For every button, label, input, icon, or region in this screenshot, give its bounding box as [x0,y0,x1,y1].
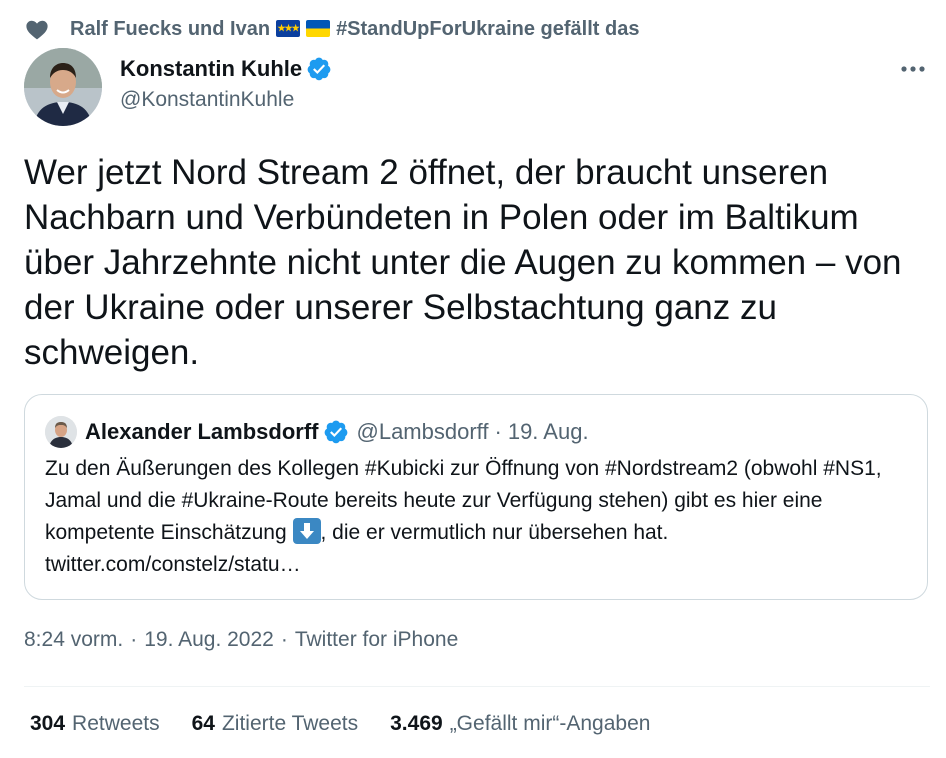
quote-tweets-label: Zitierte Tweets [221,712,359,735]
quoted-tweet-text: Zu den Äußerungen des Kollegen #Kubicki … [45,453,915,581]
eu-flag-icon: ★★★ [276,19,301,37]
tweet-source[interactable]: Twitter for iPhone [295,628,458,652]
quoted-date: 19. Aug. [507,419,589,444]
retweets-label: Retweets [72,712,160,735]
social-context[interactable]: Ralf Fuecks und Ivan ★★★ #StandUpForUkra… [24,14,639,44]
author-handle[interactable]: @KonstantinKuhle [120,88,294,112]
author-avatar-image [24,48,102,126]
tweet-text: Wer jetzt Nord Stream 2 öffnet, der brau… [24,153,902,372]
quoted-author-avatar-image [45,416,77,448]
quoted-separator: · [494,419,502,444]
quoted-tweet-header: Alexander Lambsdorff @Lambsdorff · 19. A… [45,415,589,449]
meta-separator: · [280,628,288,651]
meta-separator: · [130,628,138,651]
author-avatar[interactable] [24,48,102,126]
quoted-author-handle: @Lambsdorff [356,419,489,444]
quoted-verified-badge-icon [324,420,347,444]
verified-badge-icon [307,57,331,81]
quoted-author-avatar [45,416,77,448]
quote-tweets-stat[interactable]: 64 Zitierte Tweets [192,712,359,736]
quote-tweets-count: 64 [191,712,215,735]
social-context-prefix[interactable]: Ralf Fuecks und Ivan [70,18,270,41]
likes-label: „Gefällt mir“-Angaben [449,712,651,735]
tweet-meta: 8:24 vorm. · 19. Aug. 2022 · Twitter for… [24,628,458,652]
author-name[interactable]: Konstantin Kuhle [120,56,332,82]
tweet-date[interactable]: 19. Aug. 2022 [144,628,274,652]
tweet-stats: 304 Retweets 64 Zitierte Tweets 3.469 „Gefä… [30,712,682,736]
ukraine-flag-icon [306,19,331,37]
quoted-author-name: Alexander Lambsdorff [85,419,319,444]
likes-count: 3.469 [390,712,443,735]
social-context-suffix[interactable]: #StandUpForUkraine gefällt das [336,18,639,41]
likes-stat[interactable]: 3.469 „Gefällt mir“-Angaben [390,712,650,736]
divider [24,686,930,687]
tweet-time[interactable]: 8:24 vorm. [24,628,123,652]
quoted-tweet[interactable]: Alexander Lambsdorff @Lambsdorff · 19. A… [24,394,928,600]
retweets-stat[interactable]: 304 Retweets [30,712,160,736]
more-options-button[interactable] [896,56,930,82]
down-arrow-icon [292,518,321,544]
retweets-count: 304 [30,712,66,735]
author-name-text[interactable]: Konstantin Kuhle [120,56,302,82]
heart-icon [26,20,48,40]
tweet-author: Konstantin Kuhle @KonstantinKuhle [24,48,930,126]
more-dots-icon [901,66,925,72]
